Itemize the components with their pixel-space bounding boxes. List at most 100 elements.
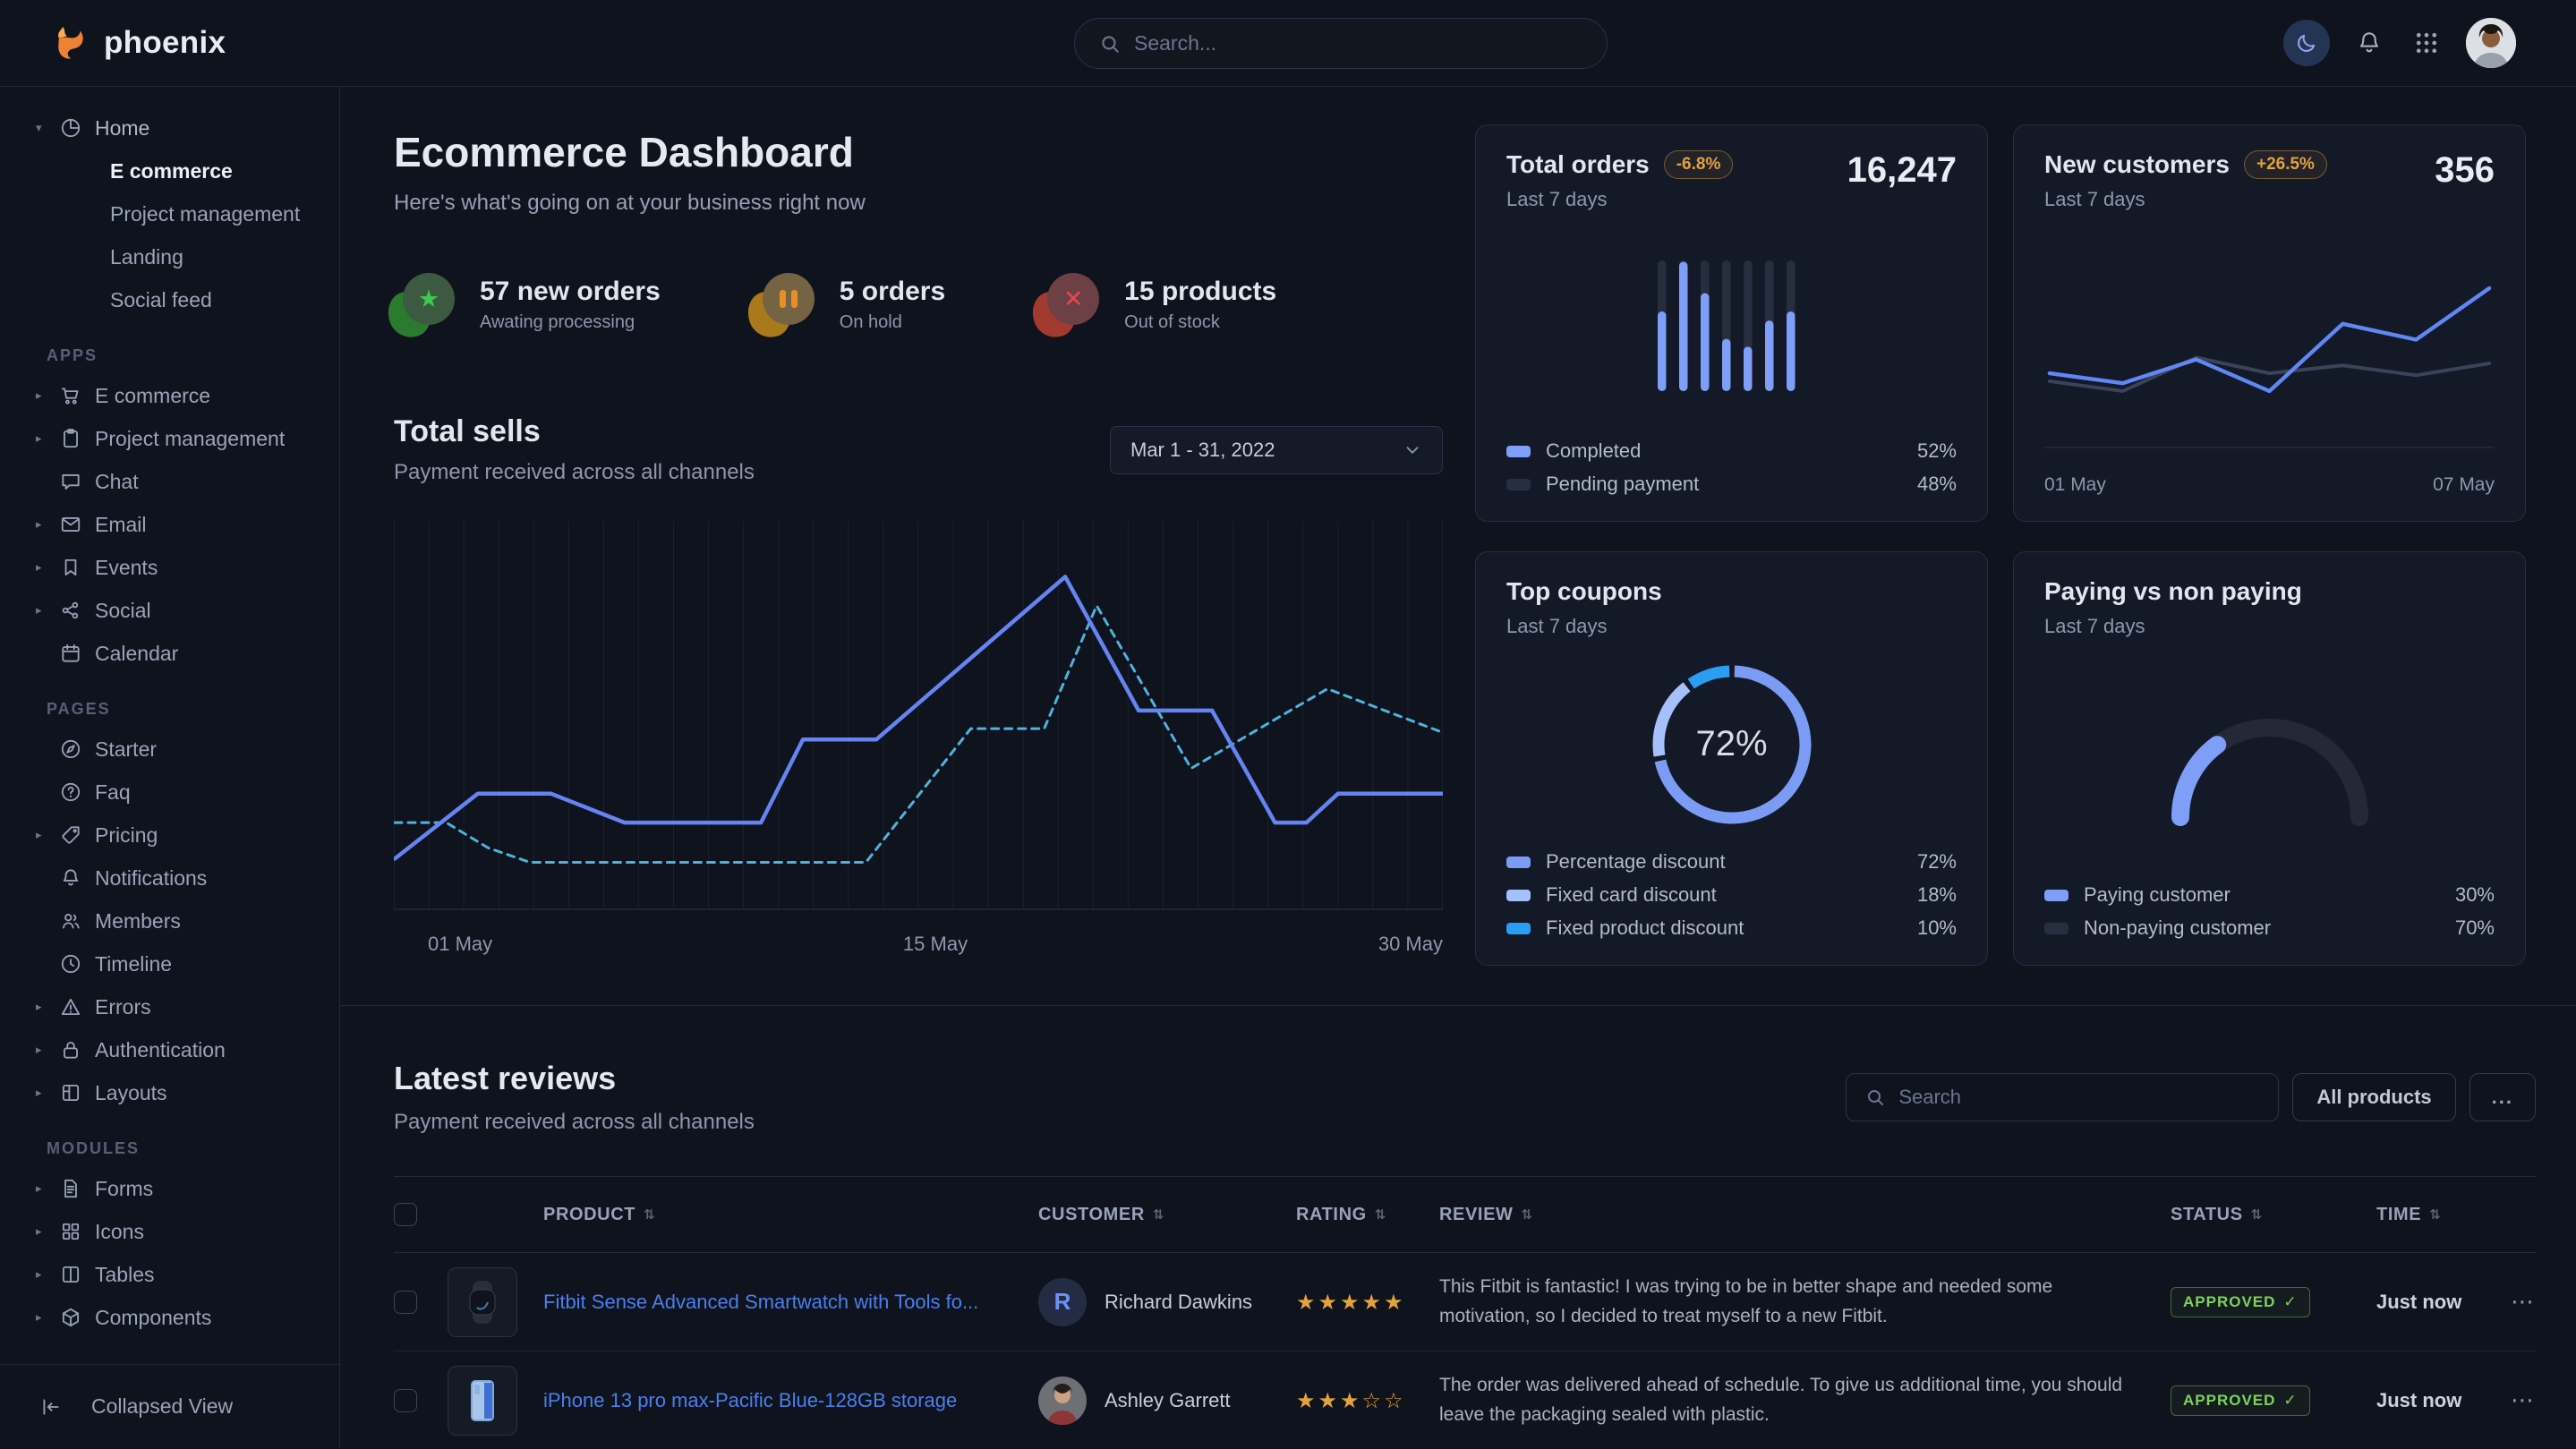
- row-more-options[interactable]: ⋯: [2511, 1386, 2536, 1414]
- sidebar-item-label: Tables: [95, 1263, 154, 1287]
- row-more-options[interactable]: ⋯: [2511, 1288, 2536, 1316]
- chevron-right-icon: ▸: [36, 431, 59, 446]
- latest-reviews-section: Latest reviews Payment received across a…: [340, 1005, 2576, 1449]
- sidebar-item-calendar[interactable]: Calendar: [0, 632, 339, 675]
- all-products-button[interactable]: All products: [2292, 1073, 2455, 1121]
- product-link[interactable]: iPhone 13 pro max-Pacific Blue-128GB sto…: [543, 1389, 957, 1411]
- collapsed-view-toggle[interactable]: Collapsed View: [0, 1364, 339, 1448]
- legend-label: Non-paying customer: [2084, 916, 2271, 940]
- product-link[interactable]: Fitbit Sense Advanced Smartwatch with To…: [543, 1291, 978, 1313]
- legend-completed: Completed52%: [1506, 439, 1957, 463]
- product-thumbnail[interactable]: [448, 1267, 517, 1337]
- reviews-search-input[interactable]: [1898, 1086, 2260, 1109]
- sidebar-item-faq[interactable]: Faq: [0, 771, 339, 814]
- global-search-input[interactable]: [1134, 31, 1583, 55]
- reviews-search[interactable]: [1846, 1073, 2279, 1121]
- legend-pending-payment: Pending payment48%: [1506, 473, 1957, 496]
- file-text-icon: [59, 1177, 95, 1200]
- column-header-customer[interactable]: CUSTOMER⇅: [1038, 1205, 1296, 1225]
- card-title: Top coupons: [1506, 577, 1662, 606]
- legend-non-paying-customer: Non-paying customer70%: [2044, 916, 2495, 940]
- card-period: Last 7 days: [1506, 188, 1733, 211]
- sidebar-item-project-management[interactable]: Project management: [0, 192, 339, 235]
- global-search[interactable]: [1074, 18, 1608, 69]
- brand-logo[interactable]: phoenix: [50, 22, 226, 64]
- sidebar-item-components[interactable]: ▸Components: [0, 1296, 339, 1339]
- stat-5-orders: 5 ordersOn hold: [754, 273, 945, 336]
- sidebar-item-landing[interactable]: Landing: [0, 235, 339, 278]
- column-header-status[interactable]: STATUS⇅: [2171, 1205, 2376, 1225]
- sidebar-item-forms[interactable]: ▸Forms: [0, 1167, 339, 1210]
- date-range-value: Mar 1 - 31, 2022: [1130, 439, 1275, 462]
- sidebar-item-errors[interactable]: ▸Errors: [0, 985, 339, 1028]
- select-all-checkbox[interactable]: [394, 1203, 417, 1226]
- sidebar-item-tables[interactable]: ▸Tables: [0, 1253, 339, 1296]
- sidebar-item-project-management[interactable]: ▸Project management: [0, 417, 339, 460]
- sidebar-item-events[interactable]: ▸Events: [0, 546, 339, 589]
- review-time: Just now: [2376, 1291, 2461, 1313]
- stat-57-new-orders: ★57 new ordersAwating processing: [394, 273, 661, 336]
- sidebar-item-icons[interactable]: ▸Icons: [0, 1210, 339, 1253]
- user-avatar[interactable]: [2466, 18, 2516, 68]
- legend-percentage-discount: Percentage discount72%: [1506, 850, 1957, 874]
- notifications-button[interactable]: [2351, 25, 2387, 61]
- pause-icon: [754, 273, 815, 336]
- sort-icon[interactable]: ⇅: [1522, 1206, 1533, 1223]
- reviews-title: Latest reviews: [394, 1060, 755, 1097]
- sidebar-item-e-commerce[interactable]: ▸E commerce: [0, 374, 339, 417]
- customer-name[interactable]: Ashley Garrett: [1105, 1389, 1231, 1412]
- sidebar-item-social-feed[interactable]: Social feed: [0, 278, 339, 321]
- sidebar-item-e-commerce[interactable]: E commerce: [0, 149, 339, 192]
- customer-name[interactable]: Richard Dawkins: [1105, 1291, 1252, 1314]
- sidebar-item-chat[interactable]: Chat: [0, 460, 339, 503]
- sort-icon[interactable]: ⇅: [2251, 1206, 2263, 1223]
- card-value: 356: [2435, 150, 2495, 191]
- legend-swatch: [1506, 923, 1531, 934]
- sidebar-item-social[interactable]: ▸Social: [0, 589, 339, 632]
- top-navbar: phoenix: [0, 0, 2576, 87]
- card-period: Last 7 days: [2044, 188, 2327, 211]
- sort-icon[interactable]: ⇅: [1153, 1206, 1164, 1223]
- dark-mode-toggle[interactable]: [2283, 20, 2330, 66]
- chevron-right-icon: ▸: [36, 1224, 59, 1239]
- stat-sublabel: Awating processing: [480, 312, 661, 333]
- sidebar-item-layouts[interactable]: ▸Layouts: [0, 1071, 339, 1114]
- status-badge: APPROVED ✓: [2171, 1287, 2310, 1317]
- sidebar-item-email[interactable]: ▸Email: [0, 503, 339, 546]
- sidebar-item-pricing[interactable]: ▸Pricing: [0, 814, 339, 857]
- sort-icon[interactable]: ⇅: [644, 1206, 655, 1223]
- date-range-select[interactable]: Mar 1 - 31, 2022: [1110, 426, 1443, 474]
- legend-swatch: [2044, 890, 2068, 901]
- quick-stats: ★57 new ordersAwating processing 5 orders…: [394, 273, 1443, 336]
- stat-15-products: ✕15 productsOut of stock: [1038, 273, 1276, 336]
- product-thumbnail[interactable]: [448, 1366, 517, 1436]
- top-coupons-donut-chart: 72%: [1506, 638, 1957, 850]
- chevron-right-icon: ▸: [36, 1181, 59, 1196]
- sidebar-item-members[interactable]: Members: [0, 899, 339, 942]
- paying-vs-non-paying-card: Paying vs non paying Last 7 days Paying …: [2013, 551, 2526, 966]
- sidebar-item-label: Notifications: [95, 866, 207, 891]
- sidebar-item-starter[interactable]: Starter: [0, 728, 339, 771]
- row-checkbox[interactable]: [394, 1291, 417, 1314]
- sort-icon[interactable]: ⇅: [1375, 1206, 1386, 1223]
- column-header-time[interactable]: TIME⇅: [2376, 1205, 2511, 1225]
- row-checkbox[interactable]: [394, 1389, 417, 1412]
- x-tick: 01 May: [2044, 474, 2106, 496]
- sidebar-item-home[interactable]: ▾ Home: [0, 107, 339, 149]
- sidebar-item-notifications[interactable]: Notifications: [0, 857, 339, 899]
- sidebar-item-label: Home: [95, 116, 149, 141]
- sidebar-item-timeline[interactable]: Timeline: [0, 942, 339, 985]
- chevron-right-icon: ▸: [36, 517, 59, 532]
- stat-sublabel: Out of stock: [1124, 312, 1276, 333]
- sort-icon[interactable]: ⇅: [2429, 1206, 2441, 1223]
- total-sells-chart: [394, 516, 1443, 925]
- column-header-product[interactable]: PRODUCT⇅: [543, 1205, 1038, 1225]
- reviews-subtitle: Payment received across all channels: [394, 1110, 755, 1135]
- column-header-rating[interactable]: RATING⇅: [1296, 1205, 1439, 1225]
- page-title: Ecommerce Dashboard: [394, 128, 1443, 176]
- sidebar-section-modules: MODULES: [47, 1139, 339, 1158]
- column-header-review[interactable]: REVIEW⇅: [1439, 1205, 2171, 1225]
- app-launcher-button[interactable]: [2409, 25, 2444, 61]
- sidebar-item-authentication[interactable]: ▸Authentication: [0, 1028, 339, 1071]
- more-options-button[interactable]: ...: [2469, 1073, 2536, 1121]
